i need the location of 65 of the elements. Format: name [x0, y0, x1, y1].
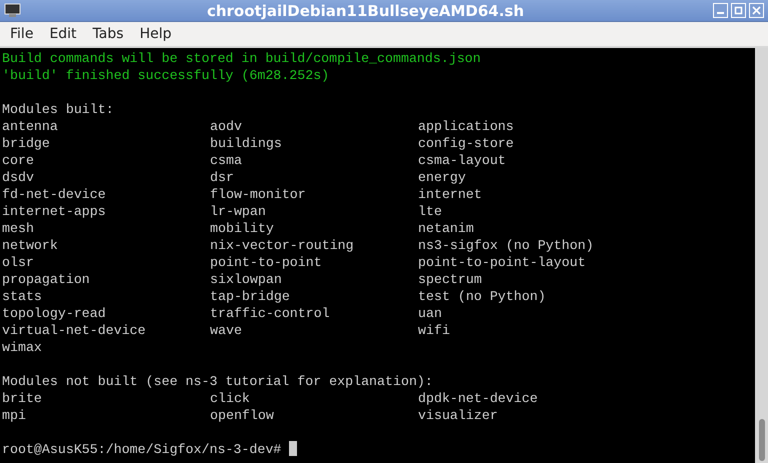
scrollbar-thumb[interactable]	[758, 419, 764, 461]
module-name: tap-bridge	[210, 288, 291, 305]
module-name: network	[2, 237, 59, 254]
module-name: csma	[210, 152, 243, 169]
module-name: wifi	[418, 322, 451, 339]
module-name: bridge	[2, 135, 51, 152]
menu-item[interactable]: Tabs	[84, 26, 132, 42]
module-name: lr-wpan	[210, 203, 267, 220]
module-name: click	[210, 390, 251, 407]
module-name: spectrum	[418, 271, 483, 288]
menu-item[interactable]: Help	[132, 26, 180, 42]
module-name: brite	[2, 390, 43, 407]
module-name: test (no Python)	[418, 288, 547, 305]
module-name: flow-monitor	[210, 186, 307, 203]
module-name: dpdk-net-device	[418, 390, 539, 407]
status-message: Build commands will be stored in build/compile_commands.json	[2, 50, 482, 67]
module-name: buildings	[210, 135, 283, 152]
module-name: mobility	[210, 220, 275, 237]
menu-item[interactable]: Edit	[41, 26, 85, 42]
output-heading: Modules built:	[2, 101, 115, 118]
module-name: lte	[418, 203, 443, 220]
window-title: chrootjailDebian11BullseyeAMD64.sh	[206, 2, 526, 20]
module-name: sixlowpan	[210, 271, 283, 288]
module-name: internet-apps	[2, 203, 107, 220]
status-message: 'build' finished successfully (6m28.252s)	[2, 67, 330, 84]
module-name: traffic-control	[210, 305, 331, 322]
minimize-button[interactable]	[713, 3, 728, 18]
menu-item[interactable]: File	[2, 26, 42, 42]
module-name: point-to-point-layout	[418, 254, 587, 271]
module-name: propagation	[2, 271, 91, 288]
close-icon	[752, 6, 761, 15]
shell-prompt: root@AsusK55:/home/Sigfox/ns-3-dev#	[2, 442, 282, 457]
close-button[interactable]	[749, 3, 764, 18]
module-name: core	[2, 152, 35, 169]
module-name: wave	[210, 322, 243, 339]
maximize-button[interactable]	[731, 3, 746, 18]
module-name: antenna	[2, 118, 59, 135]
maximize-icon	[734, 6, 743, 15]
module-name: applications	[418, 118, 515, 135]
module-name: dsdv	[2, 169, 35, 186]
module-name: aodv	[210, 118, 243, 135]
output-heading: Modules not built (see ns-3 tutorial for explanation):	[2, 373, 434, 390]
module-name: nix-vector-routing	[210, 237, 355, 254]
text-cursor	[289, 441, 298, 456]
module-name: wimax	[2, 339, 43, 356]
module-name: uan	[418, 305, 443, 322]
module-name: netanim	[418, 220, 475, 237]
module-name: mesh	[2, 220, 35, 237]
module-name: dsr	[210, 169, 235, 186]
terminal-icon	[4, 3, 21, 18]
scrollbar[interactable]	[755, 48, 768, 463]
module-name: config-store	[418, 135, 515, 152]
module-name: mpi	[2, 407, 27, 424]
module-name: fd-net-device	[2, 186, 107, 203]
module-name: internet	[418, 186, 483, 203]
module-name: olsr	[2, 254, 35, 271]
module-name: ns3-sigfox (no Python)	[418, 237, 595, 254]
module-name: energy	[418, 169, 467, 186]
module-name: point-to-point	[210, 254, 323, 271]
module-name: csma-layout	[418, 152, 507, 169]
module-name: topology-read	[2, 305, 107, 322]
module-name: stats	[2, 288, 43, 305]
module-name: virtual-net-device	[2, 322, 147, 339]
module-name: visualizer	[418, 407, 499, 424]
module-name: openflow	[210, 407, 275, 424]
